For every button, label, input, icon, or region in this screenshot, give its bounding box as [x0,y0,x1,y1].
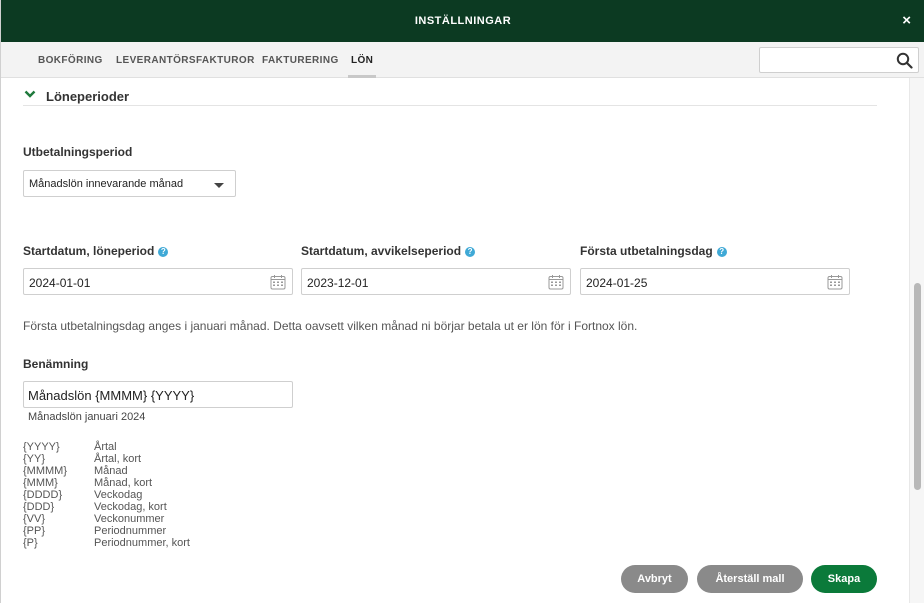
legend-row: {YY} Årtal, kort [23,453,283,465]
naming-label: Benämning [23,357,89,371]
legend-token: {YYYY} [23,441,60,453]
start-pay-period-input[interactable]: 2024-01-01 [23,268,293,295]
tab-leverantorsfakturor[interactable]: LEVERANTÖRSFAKTUROR [116,55,255,66]
search-icon[interactable] [896,52,913,69]
start-deviation-period-input[interactable]: 2023-12-01 [301,268,571,295]
scrollbar-thumb[interactable] [914,283,921,490]
legend-row: {PP} Periodnummer [23,525,283,537]
legend-token: {DDD} [23,501,55,513]
start-pay-period-label-text: Startdatum, löneperiod [23,244,155,258]
chevron-down-icon [24,90,36,98]
tab-bokforing[interactable]: BOKFÖRING [38,55,103,66]
legend-token: {MMMM} [23,465,67,477]
start-deviation-period-label: Startdatum, avvikelseperiod? [301,244,476,258]
tab-lon[interactable]: LÖN [347,55,377,78]
payment-period-select[interactable]: Månadslön innevarande månad [23,170,236,197]
naming-input[interactable] [28,386,286,404]
calendar-icon[interactable] [827,274,843,290]
legend-token: {PP} [23,525,46,537]
first-payday-note: Första utbetalningsdag anges i januari m… [23,319,638,333]
tab-fakturering[interactable]: FAKTURERING [262,55,339,66]
legend-description: Veckodag [94,489,143,501]
legend-token: {YY} [23,453,46,465]
start-deviation-period-value: 2023-12-01 [307,276,369,290]
legend-row: {MMMM} Månad [23,465,283,477]
settings-modal: INSTÄLLNINGAR × BOKFÖRING LEVERANTÖRSFAK… [0,0,924,603]
legend-token: {VV} [23,513,46,525]
legend-row: {MMM} Månad, kort [23,477,283,489]
payment-period-value: Månadslön innevarande månad [29,178,184,190]
first-payday-value: 2024-01-25 [586,276,648,290]
legend-description: Årtal, kort [94,453,142,465]
payment-period-label: Utbetalningsperiod [23,145,133,159]
calendar-icon[interactable] [270,274,286,290]
naming-preview: Månadslön januari 2024 [28,411,146,423]
naming-field [23,381,293,408]
modal-title: INSTÄLLNINGAR [414,15,512,27]
calendar-icon[interactable] [548,274,564,290]
legend-row: {DDD} Veckodag, kort [23,501,283,513]
cancel-button[interactable]: Avbryt [621,565,688,593]
start-deviation-period-label-text: Startdatum, avvikelseperiod [301,244,462,258]
first-payday-input[interactable]: 2024-01-25 [580,268,850,295]
search-input[interactable] [764,51,890,69]
legend-description: Veckonummer [94,513,165,525]
help-icon[interactable]: ? [158,247,169,257]
legend-row: {DDDD} Veckodag [23,489,283,501]
legend-row: {VV} Veckonummer [23,513,283,525]
section-title: Löneperioder [46,89,130,104]
start-pay-period-value: 2024-01-01 [29,276,91,290]
legend-token: {P} [23,537,38,549]
legend-description: Veckodag, kort [94,501,167,513]
legend-description: Periodnummer, kort [94,537,190,549]
first-payday-label-text: Första utbetalningsdag [580,244,713,258]
legend-row: {YYYY} Årtal [23,441,283,453]
legend-token: {DDDD} [23,489,63,501]
create-button[interactable]: Skapa [811,565,877,593]
legend-description: Periodnummer [94,525,167,537]
tab-bar: BOKFÖRING LEVERANTÖRSFAKTUROR FAKTURERIN… [1,42,924,78]
help-icon[interactable]: ? [716,247,727,257]
close-icon[interactable]: × [902,13,911,29]
scrollbar[interactable] [909,78,924,603]
legend-description: Årtal [94,441,117,453]
legend-description: Månad [94,465,128,477]
help-icon[interactable]: ? [465,247,476,257]
start-pay-period-label: Startdatum, löneperiod? [23,244,169,258]
legend-description: Månad, kort [94,477,153,489]
legend-row: {P} Periodnummer, kort [23,537,283,549]
dropdown-arrow-icon [214,183,224,188]
token-legend: {YYYY} Årtal {YY} Årtal, kort {MMMM} Månad … [23,441,283,549]
modal-header: INSTÄLLNINGAR × [1,0,924,42]
section-header[interactable]: Löneperioder [23,86,877,106]
legend-token: {MMM} [23,477,58,489]
reset-template-button[interactable]: Återställ mall [697,565,803,593]
search-box [759,47,919,73]
first-payday-label: Första utbetalningsdag? [580,244,727,258]
